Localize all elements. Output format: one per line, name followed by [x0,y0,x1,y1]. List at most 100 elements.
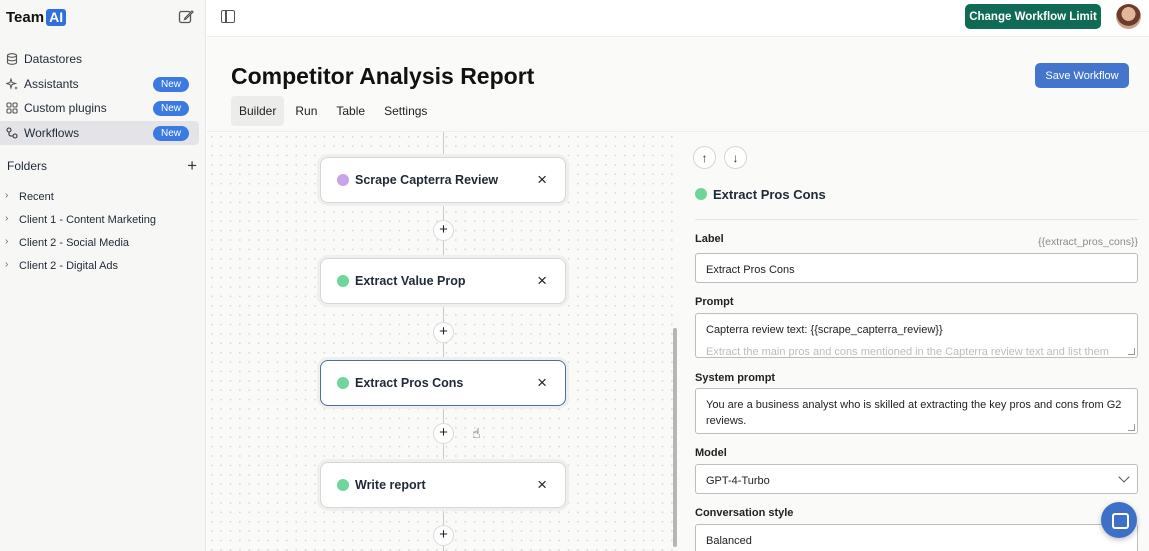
move-down-button[interactable]: ↓ [724,146,747,169]
panel-title-text: Extract Pros Cons [713,187,826,202]
avatar[interactable] [1116,4,1141,29]
brand-ai-badge: AI [46,8,67,26]
add-step-button[interactable]: + [433,220,454,241]
tab-table[interactable]: Table [328,96,373,126]
sidebar-item-label: Assistants [24,76,79,91]
conversation-style-select[interactable]: Balanced [695,524,1138,551]
save-workflow-button[interactable]: Save Workflow [1035,63,1129,88]
workflow-node-extract-value-prop[interactable]: Extract Value Prop × [320,258,566,304]
sidebar-item-label: Datastores [24,52,83,66]
folders-header: Folders + [7,157,197,174]
conversation-style-value: Balanced [706,535,752,547]
model-select[interactable]: GPT-4-Turbo [695,464,1138,494]
system-prompt-label: System prompt [695,372,776,384]
folder-label: Recent [19,190,54,203]
label-input[interactable]: Extract Pros Cons [695,253,1138,283]
node-label: Scrape Capterra Review [355,173,499,187]
sidebar-toggle-icon[interactable] [221,10,235,23]
add-step-button[interactable]: + [433,525,454,546]
sidebar-item-custom-plugins[interactable]: Custom plugins New [0,96,199,120]
sidebar-item-workflows[interactable]: Workflows New [0,120,199,145]
connector-line [443,132,444,156]
chevron-down-icon [1118,471,1130,483]
sidebar-item-label: Workflows [24,125,80,140]
tab-run[interactable]: Run [287,96,325,126]
folder-item-client1-content[interactable]: › Client 1 - Content Marketing [0,208,206,231]
close-icon[interactable]: × [537,170,547,190]
chevron-right-icon: › [5,236,9,247]
close-icon[interactable]: × [537,475,547,495]
hand-cursor-icon: ☝ [472,425,481,441]
sidebar-item-assistants[interactable]: Assistants New [0,72,199,96]
prompt-overflow-text: Extract the main pros and cons mentioned… [706,346,1109,358]
node-label: Extract Value Prop [355,274,466,288]
new-badge: New [152,76,189,92]
page-header: Competitor Analysis Report Save Workflow… [207,37,1149,132]
folder-item-client2-ads[interactable]: › Client 2 - Digital Ads [0,254,206,277]
prompt-textarea[interactable]: Capterra review text: {{scrape_capterra_… [695,313,1138,358]
new-badge: New [152,101,189,117]
plugin-grid-icon [6,102,18,114]
model-value: GPT-4-Turbo [706,475,770,487]
tab-bar: Builder Run Table Settings [231,96,438,126]
change-workflow-limit-button[interactable]: Change Workflow Limit [965,4,1101,29]
node-label: Write report [355,478,426,492]
sidebar-item-datastores[interactable]: Datastores [0,47,199,71]
workflow-node-extract-pros-cons[interactable]: Extract Pros Cons × [320,360,566,406]
resize-handle-icon[interactable] [1128,348,1135,355]
workflow-canvas[interactable]: Scrape Capterra Review × + Extract Value… [207,132,680,551]
chat-support-icon[interactable] [1101,502,1137,538]
node-status-dot [337,377,349,389]
tab-builder[interactable]: Builder [231,96,285,126]
sidebar-nav: Datastores Assistants New Custom plugins… [0,47,206,145]
add-folder-button[interactable]: + [187,157,197,174]
sidebar-item-label: Custom plugins [24,101,107,116]
folders-heading: Folders [7,159,48,173]
system-prompt-value: You are a business analyst who is skille… [706,399,1122,427]
top-bar: Change Workflow Limit [207,0,1149,37]
move-up-button[interactable]: ↑ [693,146,716,169]
canvas-scrollbar[interactable] [673,328,677,547]
node-status-dot [695,188,707,200]
arrow-up-icon: ↑ [701,150,708,165]
tab-settings[interactable]: Settings [376,96,435,126]
label-field-label: Label [695,233,724,245]
close-icon[interactable]: × [537,373,547,393]
conversation-style-label: Conversation style [695,507,794,519]
prompt-value: Capterra review text: {{scrape_capterra_… [706,324,943,336]
chevron-right-icon: › [5,213,9,224]
workflow-icon [6,127,18,139]
sparkles-icon [6,77,18,90]
panel-title: Extract Pros Cons [695,187,826,202]
page-title: Competitor Analysis Report [231,63,535,89]
folder-item-recent[interactable]: › Recent [0,185,206,208]
chevron-right-icon: › [5,190,9,201]
sidebar: Team AI Datastores Assistants New Custom … [0,0,206,551]
workflow-node-scrape-capterra[interactable]: Scrape Capterra Review × [320,157,566,203]
arrow-down-icon: ↓ [732,150,739,165]
system-prompt-textarea[interactable]: You are a business analyst who is skille… [695,388,1138,434]
divider [695,219,1138,220]
node-label: Extract Pros Cons [355,376,464,390]
folder-label: Client 1 - Content Marketing [19,213,156,226]
label-variable: {{extract_pros_cons}} [1038,236,1138,248]
brand-name: Team [6,8,45,26]
new-badge: New [152,125,189,141]
folder-list: › Recent › Client 1 - Content Marketing › C… [0,185,206,277]
add-step-button[interactable]: + [433,322,454,343]
node-settings-panel: ↑ ↓ Extract Pros Cons Label {{extract_pr… [680,132,1149,551]
workflow-node-write-report[interactable]: Write report × [320,462,566,508]
close-icon[interactable]: × [537,271,547,291]
node-status-dot [337,275,349,287]
resize-handle-icon[interactable] [1128,424,1135,431]
folder-item-client2-social[interactable]: › Client 2 - Social Media [0,231,206,254]
prompt-field-label: Prompt [695,296,734,308]
app-window: Team AI Datastores Assistants New Custom … [0,0,1149,551]
node-status-dot [337,479,349,491]
new-chat-edit-icon[interactable] [178,9,194,25]
add-step-button[interactable]: + [433,423,454,444]
brand-logo[interactable]: Team AI [6,7,67,27]
label-input-value: Extract Pros Cons [706,264,795,276]
model-label: Model [695,447,727,459]
node-status-dot [337,174,349,186]
